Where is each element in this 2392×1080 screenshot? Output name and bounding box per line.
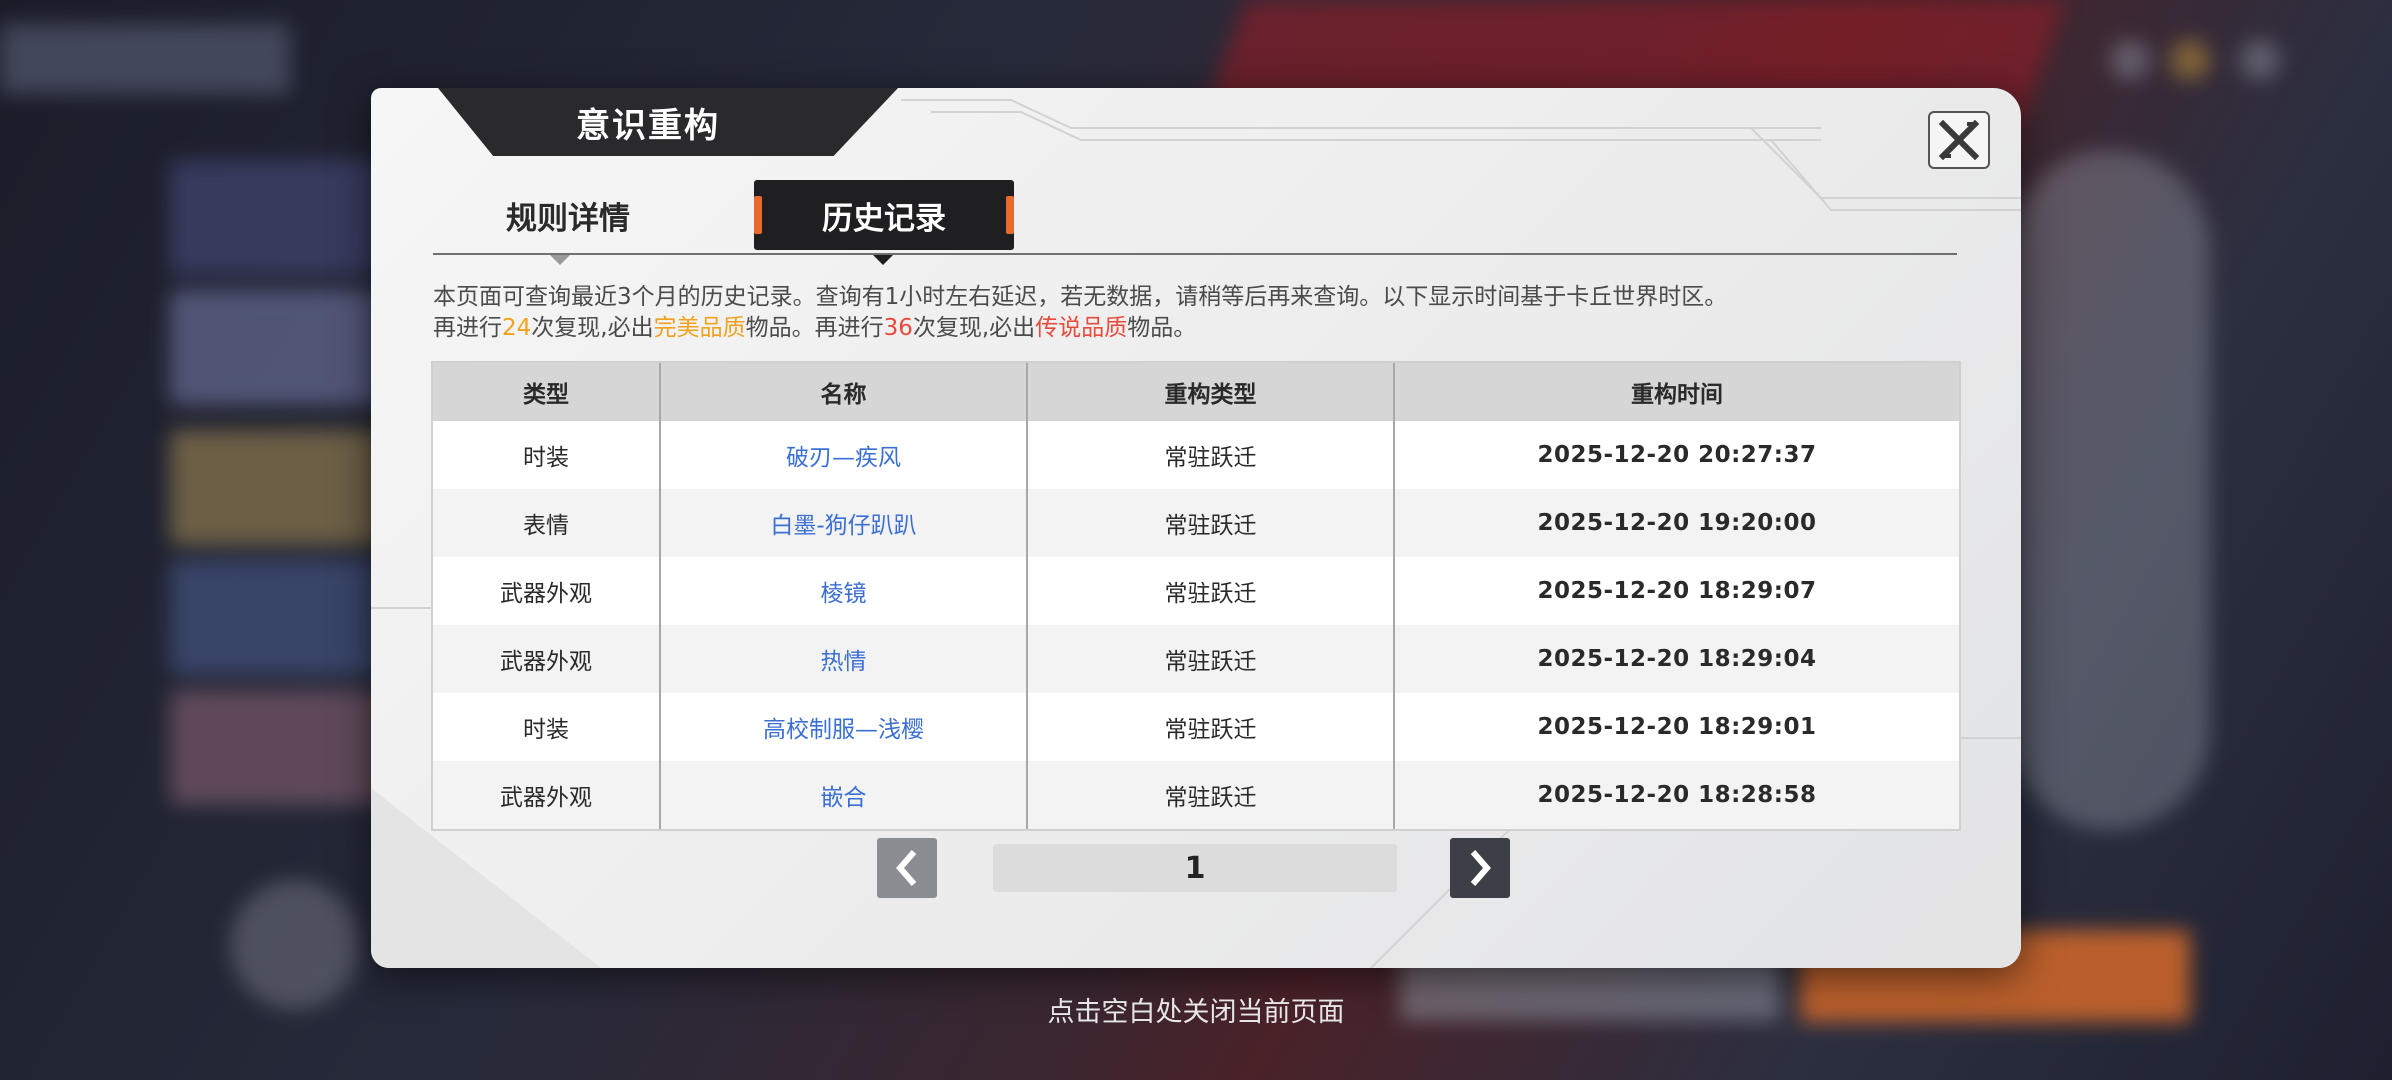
chevron-left-icon — [896, 850, 917, 886]
cell-time: 2025-12-20 18:29:07 — [1394, 557, 1959, 625]
tab-history-label: 历史记录 — [822, 200, 946, 237]
tab-history-caret — [873, 255, 893, 265]
tab-rules-caret — [550, 255, 570, 265]
dialog-title-tab: 意识重构 — [438, 88, 898, 156]
table-row: 武器外观 棱镜 常驻跃迁 2025-12-20 18:29:07 — [433, 557, 1959, 625]
cell-reconstruct-type: 常驻跃迁 — [1027, 761, 1395, 829]
cell-type: 武器外观 — [433, 557, 661, 625]
dialog-title: 意识重构 — [576, 105, 720, 146]
tab-rules-label: 规则详情 — [506, 200, 630, 237]
table-row: 武器外观 热情 常驻跃迁 2025-12-20 18:29:04 — [433, 625, 1959, 693]
close-hint[interactable]: 点击空白处关闭当前页面 — [0, 990, 2392, 1029]
cell-time: 2025-12-20 18:28:58 — [1394, 761, 1959, 829]
notice-line-1: 本页面可查询最近3个月的历史记录。查询有1小时左右延迟，若无数据，请稍等后再来查… — [433, 284, 1728, 310]
cell-time: 2025-12-20 18:29:04 — [1394, 625, 1959, 693]
cell-time: 2025-12-20 20:27:37 — [1394, 421, 1959, 489]
table-row: 表情 白墨-狗仔趴趴 常驻跃迁 2025-12-20 19:20:00 — [433, 489, 1959, 557]
cell-reconstruct-type: 常驻跃迁 — [1027, 489, 1395, 557]
close-icon — [1938, 120, 1980, 160]
cell-time: 2025-12-20 18:29:01 — [1394, 693, 1959, 761]
cell-type: 时装 — [433, 421, 661, 489]
table-row: 武器外观 嵌合 常驻跃迁 2025-12-20 18:28:58 — [433, 761, 1959, 829]
cell-item-name[interactable]: 高校制服—浅樱 — [660, 693, 1028, 761]
table-row: 时装 破刃—疾风 常驻跃迁 2025-12-20 20:27:37 — [433, 421, 1959, 489]
header-reconstruct-type: 重构类型 — [1027, 363, 1395, 421]
tab-rules[interactable]: 规则详情 — [433, 180, 703, 250]
notice-text: 本页面可查询最近3个月的历史记录。查询有1小时左右延迟，若无数据，请稍等后再来查… — [433, 282, 1727, 344]
tab-bar: 规则详情 历史记录 — [433, 180, 1957, 265]
header-reconstruct-time: 重构时间 — [1394, 363, 1959, 421]
header-name: 名称 — [660, 363, 1028, 421]
header-type: 类型 — [433, 363, 661, 421]
perfect-quality-label: 完美品质 — [653, 315, 746, 341]
perfect-pity-count: 24 — [502, 315, 532, 341]
cell-item-name[interactable]: 棱镜 — [660, 557, 1028, 625]
cell-reconstruct-type: 常驻跃迁 — [1027, 557, 1395, 625]
prev-page-button[interactable] — [877, 838, 937, 898]
cell-reconstruct-type: 常驻跃迁 — [1027, 421, 1395, 489]
table-row: 时装 高校制服—浅樱 常驻跃迁 2025-12-20 18:29:01 — [433, 693, 1959, 761]
legendary-pity-count: 36 — [883, 315, 913, 341]
cell-item-name[interactable]: 破刃—疾风 — [660, 421, 1028, 489]
cell-type: 武器外观 — [433, 625, 661, 693]
legendary-quality-label: 传说品质 — [1035, 315, 1128, 341]
table-header-row: 类型 名称 重构类型 重构时间 — [433, 363, 1959, 421]
reconstruct-history-dialog: 意识重构 规则详情 历史记录 本页面可查询最近3个月的历史记录。查询有1小时左右… — [371, 88, 2021, 968]
cell-time: 2025-12-20 19:20:00 — [1394, 489, 1959, 557]
cell-item-name[interactable]: 热情 — [660, 625, 1028, 693]
history-table: 类型 名称 重构类型 重构时间 时装 破刃—疾风 常驻跃迁 2025-12-20… — [431, 361, 1961, 831]
cell-type: 武器外观 — [433, 761, 661, 829]
cell-reconstruct-type: 常驻跃迁 — [1027, 625, 1395, 693]
tab-divider — [433, 253, 1957, 255]
notice-line-2: 再进行24次复现,必出完美品质物品。再进行36次复现,必出传说品质物品。 — [433, 315, 1197, 341]
tab-history[interactable]: 历史记录 — [754, 180, 1014, 250]
cell-type: 时装 — [433, 693, 661, 761]
next-page-button[interactable] — [1450, 838, 1510, 898]
cell-item-name[interactable]: 白墨-狗仔趴趴 — [660, 489, 1028, 557]
cell-reconstruct-type: 常驻跃迁 — [1027, 693, 1395, 761]
cell-type: 表情 — [433, 489, 661, 557]
chevron-right-icon — [1470, 850, 1491, 886]
cell-item-name[interactable]: 嵌合 — [660, 761, 1028, 829]
close-button[interactable] — [1928, 111, 1990, 169]
page-number: 1 — [993, 844, 1397, 892]
